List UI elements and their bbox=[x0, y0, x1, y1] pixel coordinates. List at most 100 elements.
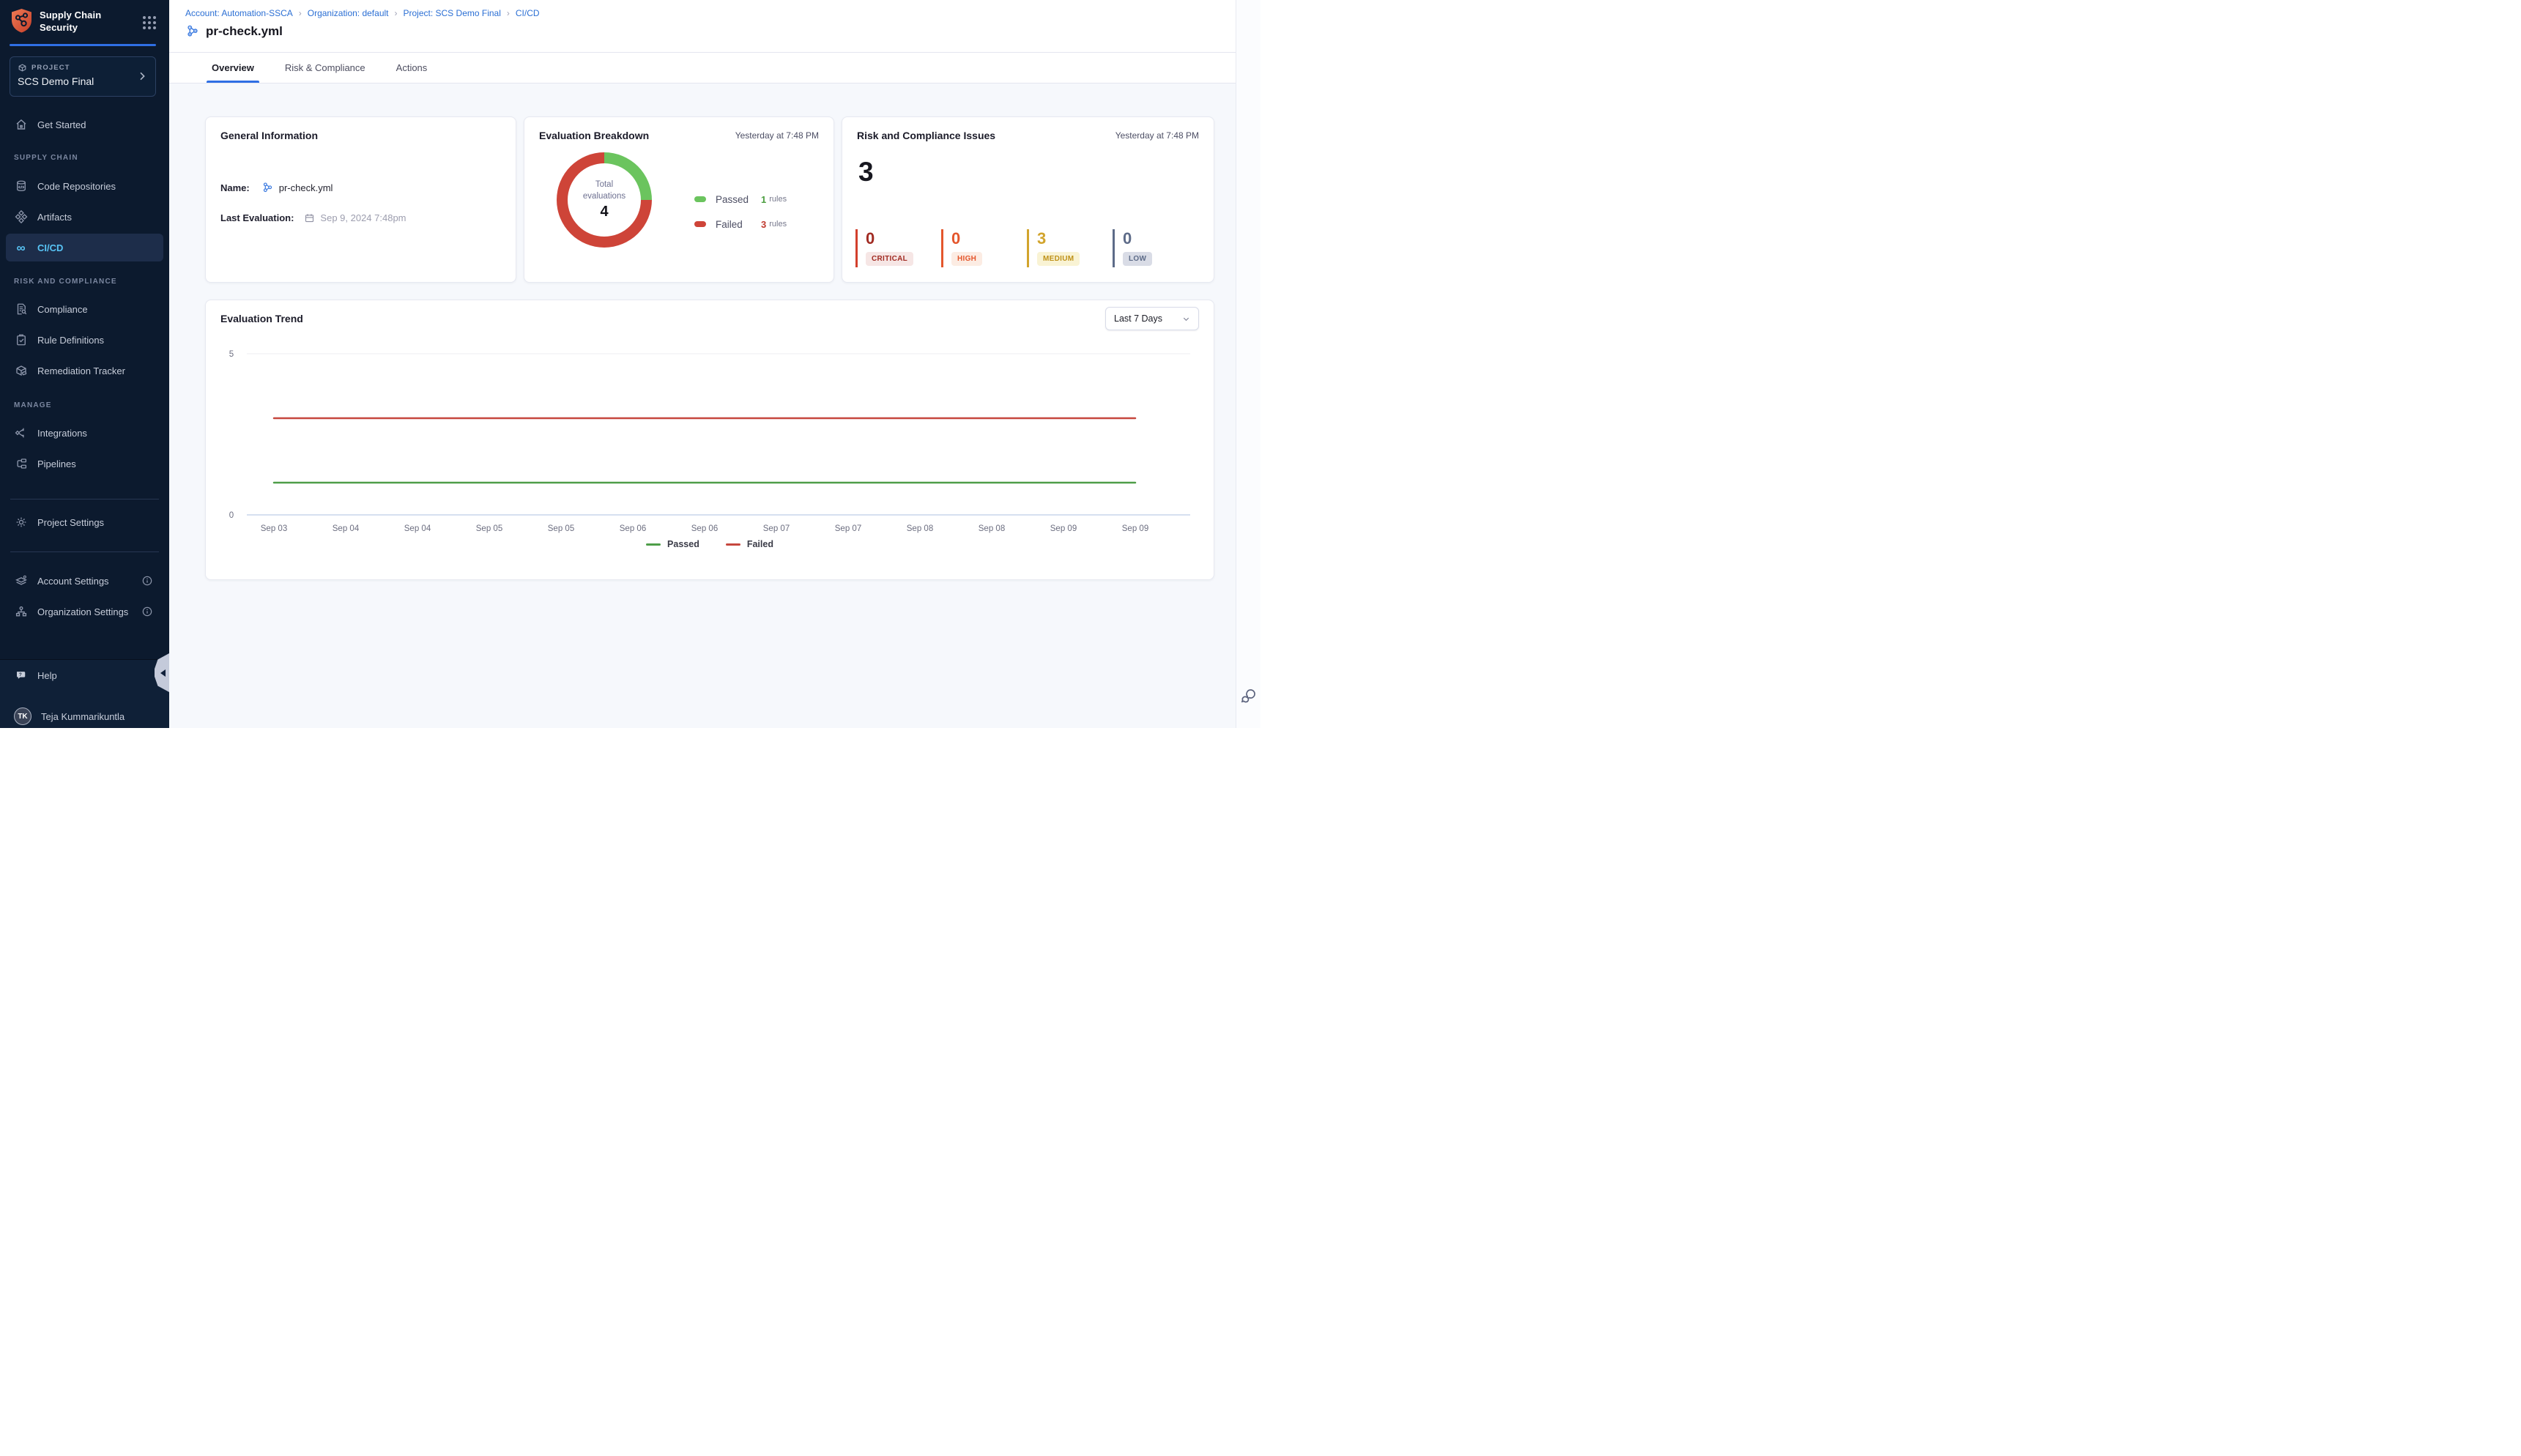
pipeline-name-value: pr-check.yml bbox=[279, 182, 333, 193]
project-selector[interactable]: PROJECT SCS Demo Final bbox=[10, 56, 156, 97]
sidebar-item-account-settings[interactable]: Account Settings bbox=[6, 567, 163, 595]
sidebar-user[interactable]: TK Teja Kummarikuntla bbox=[6, 702, 163, 730]
sidebar: Supply Chain Security PROJECT SCS Demo bbox=[0, 0, 169, 728]
passed-swatch-icon bbox=[694, 196, 706, 202]
total-issues-value: 3 bbox=[858, 157, 874, 187]
breadcrumb-organization[interactable]: Organization: default bbox=[308, 8, 389, 18]
brand-accent-rule bbox=[10, 44, 156, 46]
sidebar-item-label: Project Settings bbox=[37, 517, 104, 528]
svg-text:Sep 07: Sep 07 bbox=[763, 524, 790, 533]
passed-count: 1 bbox=[761, 194, 766, 205]
sidebar-section-manage: MANAGE bbox=[14, 401, 52, 413]
sidebar-item-label: Remediation Tracker bbox=[37, 365, 125, 376]
gear-icon bbox=[14, 516, 28, 530]
sidebar-item-code-repositories[interactable]: Code Repositories bbox=[6, 172, 163, 200]
legend-label: Passed bbox=[716, 194, 761, 205]
svg-text:Sep 06: Sep 06 bbox=[691, 524, 718, 533]
right-gutter-panel bbox=[1236, 0, 1260, 728]
tab-overview[interactable]: Overview bbox=[207, 53, 259, 83]
sidebar-item-help[interactable]: ? Help bbox=[6, 661, 163, 689]
breakdown-legend: Passed 1 rules Failed 3 rules bbox=[694, 192, 787, 242]
page-title: pr-check.yml bbox=[206, 24, 283, 39]
artifacts-icon bbox=[14, 210, 28, 224]
svg-text:Sep 04: Sep 04 bbox=[333, 524, 360, 533]
time-range-select[interactable]: Last 7 Days bbox=[1105, 307, 1199, 330]
sidebar-divider bbox=[10, 551, 159, 552]
severity-critical: 0 CRITICAL bbox=[855, 229, 931, 267]
breadcrumb-separator-icon: › bbox=[299, 8, 302, 18]
severity-badge: CRITICAL bbox=[866, 252, 913, 266]
general-information-card: General Information Name: pr-check.yml bbox=[205, 116, 516, 283]
breadcrumb-separator-icon: › bbox=[395, 8, 398, 18]
pipelines-icon bbox=[14, 457, 28, 471]
info-icon[interactable] bbox=[141, 606, 153, 617]
info-icon[interactable] bbox=[141, 575, 153, 587]
legend-suffix: rules bbox=[769, 195, 787, 204]
sidebar-item-label: Pipelines bbox=[37, 458, 76, 469]
sidebar-item-compliance[interactable]: Compliance bbox=[6, 295, 163, 323]
severity-count: 0 bbox=[951, 230, 1017, 248]
sidebar-section-risk-compliance: RISK AND COMPLIANCE bbox=[14, 278, 117, 289]
breadcrumb-project[interactable]: Project: SCS Demo Final bbox=[404, 8, 501, 18]
trend-legend-item-passed[interactable]: Passed bbox=[646, 539, 699, 549]
svg-text:Sep 08: Sep 08 bbox=[907, 524, 933, 533]
sidebar-item-artifacts[interactable]: Artifacts bbox=[6, 203, 163, 231]
severity-count: 0 bbox=[1123, 230, 1188, 248]
sidebar-item-label: CI/CD bbox=[37, 242, 63, 253]
sidebar-item-rule-definitions[interactable]: Rule Definitions bbox=[6, 326, 163, 354]
time-range-value: Last 7 Days bbox=[1114, 313, 1162, 324]
evaluation-breakdown-card: Evaluation Breakdown Yesterday at 7:48 P… bbox=[524, 116, 834, 283]
last-evaluation-label: Last Evaluation: bbox=[220, 212, 294, 223]
brand-header: Supply Chain Security bbox=[10, 7, 162, 40]
sidebar-item-remediation-tracker[interactable]: Remediation Tracker bbox=[6, 357, 163, 385]
severity-row: 0 CRITICAL 0 HIGH 3 MEDIUM 0 LOW bbox=[855, 229, 1198, 267]
document-search-icon bbox=[14, 302, 28, 316]
org-hierarchy-gear-icon bbox=[14, 605, 28, 619]
svg-text:Sep 09: Sep 09 bbox=[1122, 524, 1148, 533]
breadcrumb-cicd[interactable]: CI/CD bbox=[516, 8, 540, 18]
severity-medium: 3 MEDIUM bbox=[1027, 229, 1102, 267]
last-evaluation-value: Sep 9, 2024 7:48pm bbox=[320, 212, 406, 223]
legend-suffix: rules bbox=[769, 220, 787, 229]
sidebar-section-supply-chain: SUPPLY CHAIN bbox=[14, 154, 78, 166]
tab-risk-compliance[interactable]: Risk & Compliance bbox=[280, 53, 371, 83]
failed-count: 3 bbox=[761, 219, 766, 230]
trend-legend-item-failed[interactable]: Failed bbox=[726, 539, 773, 549]
sidebar-item-cicd[interactable]: ∞ CI/CD bbox=[6, 234, 163, 261]
sidebar-item-label: Rule Definitions bbox=[37, 335, 104, 346]
sidebar-item-organization-settings[interactable]: Organization Settings bbox=[6, 598, 163, 625]
svg-text:Sep 05: Sep 05 bbox=[476, 524, 502, 533]
card-timestamp: Yesterday at 7:48 PM bbox=[735, 130, 819, 141]
supply-chain-security-logo-icon bbox=[10, 8, 33, 34]
brand-title: Supply Chain Security bbox=[40, 10, 120, 34]
sidebar-item-label: Compliance bbox=[37, 304, 88, 315]
svg-text:5: 5 bbox=[229, 350, 234, 359]
trend-legend: Passed Failed bbox=[206, 539, 1214, 549]
chat-bubbles-icon[interactable] bbox=[1240, 687, 1258, 705]
sidebar-item-label: Get Started bbox=[37, 119, 86, 130]
risk-compliance-issues-card: Risk and Compliance Issues Yesterday at … bbox=[842, 116, 1214, 283]
legend-row-failed: Failed 3 rules bbox=[694, 217, 787, 231]
app-grid-icon[interactable] bbox=[141, 15, 157, 31]
layers-gear-icon bbox=[14, 574, 28, 588]
user-name: Teja Kummarikuntla bbox=[41, 711, 125, 722]
svg-text:Sep 05: Sep 05 bbox=[548, 524, 574, 533]
card-title: General Information bbox=[220, 130, 318, 141]
sidebar-item-get-started[interactable]: Get Started bbox=[6, 111, 163, 138]
sidebar-item-label: Account Settings bbox=[37, 576, 109, 587]
tab-actions[interactable]: Actions bbox=[391, 53, 433, 83]
breadcrumb: Account: Automation-SSCA › Organization:… bbox=[185, 8, 540, 18]
legend-label: Failed bbox=[747, 539, 773, 549]
breadcrumb-account[interactable]: Account: Automation-SSCA bbox=[185, 8, 293, 18]
avatar: TK bbox=[14, 707, 31, 725]
sidebar-item-integrations[interactable]: Integrations bbox=[6, 419, 163, 447]
card-title: Evaluation Trend bbox=[220, 313, 303, 324]
sidebar-item-project-settings[interactable]: Project Settings bbox=[6, 508, 163, 536]
sidebar-item-pipelines[interactable]: Pipelines bbox=[6, 450, 163, 478]
sidebar-item-label: Organization Settings bbox=[37, 606, 128, 617]
sidebar-item-label: Help bbox=[37, 670, 57, 681]
workflow-icon bbox=[261, 182, 274, 194]
integrations-icon bbox=[14, 426, 28, 440]
project-cube-icon bbox=[18, 63, 27, 73]
severity-badge: MEDIUM bbox=[1037, 252, 1080, 266]
